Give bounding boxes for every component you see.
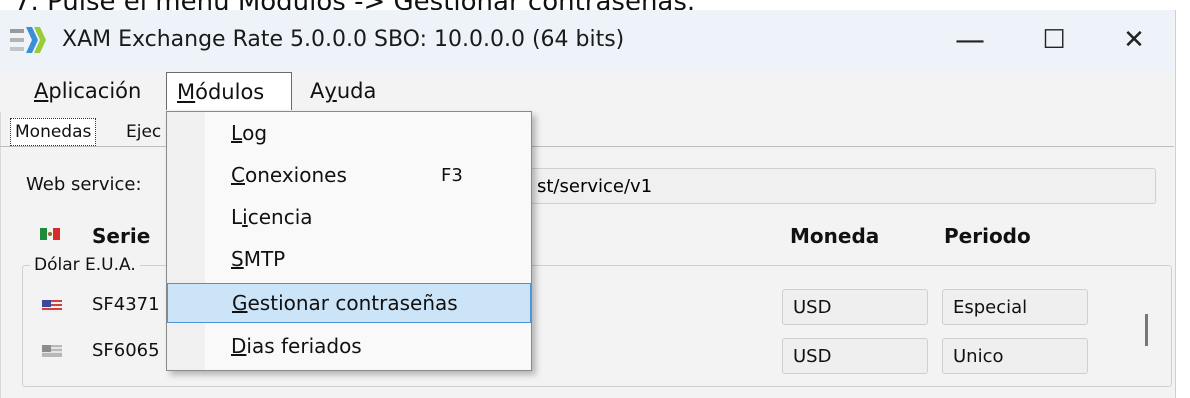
item-label: og <box>242 121 268 145</box>
menu-label: A <box>310 79 325 103</box>
item-label: MTP <box>243 247 286 271</box>
menu-mnemonic: A <box>34 79 49 103</box>
header-moneda: Moneda <box>790 224 880 248</box>
row-serie: SF6065 <box>92 340 160 361</box>
row-serie: SF4371 <box>92 294 160 315</box>
row-moneda-field[interactable]: USD <box>782 289 928 325</box>
menu-label: uda <box>336 79 377 103</box>
scrollbar-thumb[interactable] <box>1145 314 1148 346</box>
item-mnemonic: G <box>232 291 248 315</box>
item-label: onexiones <box>244 163 347 187</box>
header-periodo: Periodo <box>944 224 1031 248</box>
menu-modulos[interactable]: Módulos <box>166 72 292 110</box>
group-label: Dólar E.U.A. <box>30 255 140 275</box>
app-logo-icon <box>10 27 46 53</box>
menu-item-licencia[interactable]: Li cencia <box>167 197 531 237</box>
usa-flag-icon <box>42 300 62 312</box>
webservice-value: st/service/v1 <box>537 175 653 197</box>
menu-item-smtp[interactable]: S MTP <box>167 239 531 279</box>
item-mnemonic: L <box>231 121 243 145</box>
tab-ejecucion[interactable]: Ejec <box>122 118 165 146</box>
menu-mnemonic: M <box>177 79 196 104</box>
item-label: cencia <box>247 205 313 229</box>
shortcut-label: F3 <box>441 164 463 186</box>
item-mnemonic: S <box>231 247 244 271</box>
minimize-button[interactable]: — <box>940 16 1000 64</box>
close-button[interactable]: ✕ <box>1104 16 1164 64</box>
maximize-button[interactable]: ☐ <box>1024 16 1084 64</box>
tab-monedas[interactable]: Monedas <box>10 118 97 146</box>
mexico-flag-icon <box>40 228 60 240</box>
row-periodo-field[interactable]: Unico <box>942 338 1088 374</box>
menu-label: plicación <box>48 79 142 103</box>
row-moneda-field[interactable]: USD <box>782 338 928 374</box>
menu-item-log[interactable]: Log <box>167 113 531 153</box>
header-serie: Serie <box>92 224 151 248</box>
menu-item-dias-feriados[interactable]: Dias feriados <box>167 326 531 366</box>
item-mnemonic: D <box>231 334 247 358</box>
item-label: ias feriados <box>246 334 362 358</box>
webservice-input[interactable]: st/service/v1 <box>520 168 1156 204</box>
row-periodo-field[interactable]: Especial <box>942 289 1088 325</box>
menu-item-gestionar-contrasenas[interactable]: Gestionar contraseñas <box>167 283 531 323</box>
menu-mnemonic: y <box>324 79 337 103</box>
item-label: L <box>231 205 243 229</box>
usa-flag-icon <box>42 345 62 357</box>
window-title: XAM Exchange Rate 5.0.0.0 SBO: 10.0.0.0 … <box>62 27 625 52</box>
menu-item-conexiones[interactable]: Conexiones F3 <box>167 155 531 195</box>
webservice-label: Web service: <box>26 174 142 195</box>
item-mnemonic: C <box>231 163 245 187</box>
item-label: estionar contraseñas <box>247 291 458 315</box>
menu-aplicacion[interactable]: Aplicación <box>24 72 151 110</box>
menu-label: ódulos <box>195 79 265 104</box>
menu-ayuda[interactable]: Ay uda <box>300 72 386 110</box>
